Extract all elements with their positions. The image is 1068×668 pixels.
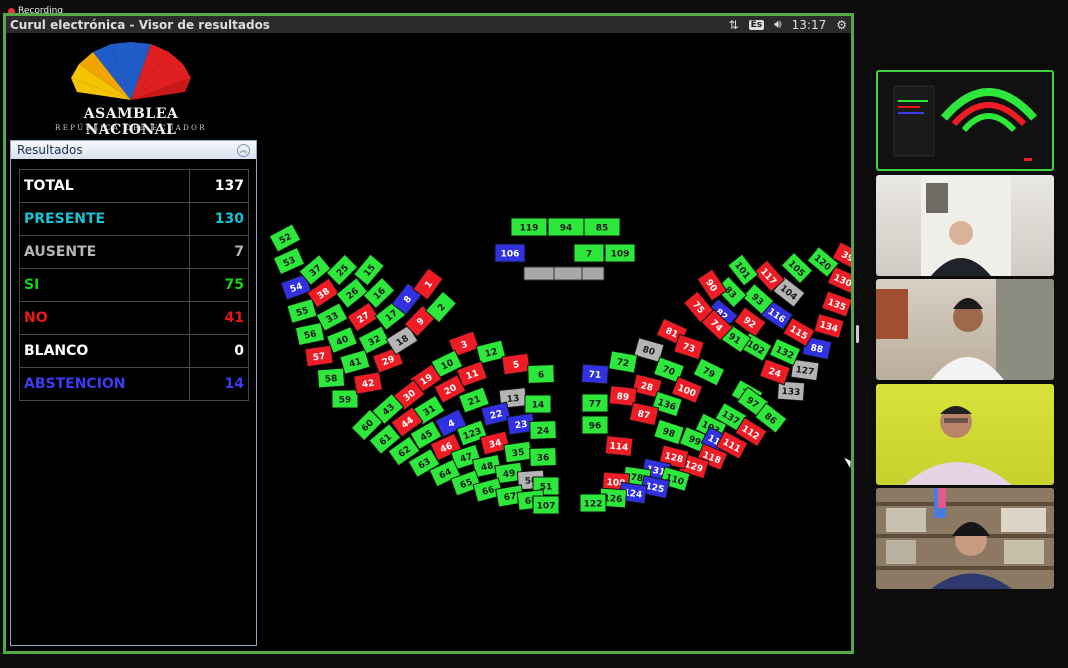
seat-number: 6 (538, 370, 545, 380)
seat-number: 23 (514, 420, 528, 432)
window-title: Curul electrónica - Visor de resultados (10, 17, 270, 32)
shared-screen-thumbnail[interactable] (876, 70, 1054, 171)
seat-14[interactable]: 14 (524, 394, 552, 414)
seat-77[interactable]: 77 (581, 393, 609, 413)
seat-12[interactable]: 12 (475, 339, 507, 365)
seat-number: 109 (611, 250, 630, 260)
seat-122[interactable]: 122 (579, 493, 607, 513)
app-window: Curul electrónica - Visor de resultados … (3, 13, 854, 654)
seat-106[interactable]: 106 (494, 243, 526, 263)
seat-number: 89 (616, 392, 630, 403)
seat-number: 107 (537, 502, 556, 512)
seat-number: 35 (511, 448, 525, 460)
seat-96[interactable]: 96 (581, 415, 609, 435)
network-arrows-icon[interactable]: ⇅ (729, 18, 739, 32)
title-bar: Curul electrónica - Visor de resultados … (6, 16, 851, 33)
settings-gear-icon[interactable]: ⚙ (836, 18, 847, 32)
seat-number: 122 (584, 500, 603, 510)
participant-video-2[interactable] (876, 279, 1054, 380)
seat-number: 71 (588, 370, 601, 381)
presidium-seat (523, 266, 555, 281)
seat-41[interactable]: 41 (339, 349, 371, 375)
presidium-seat (581, 266, 605, 281)
clock: 13:17 (791, 17, 827, 32)
seat-58[interactable]: 58 (316, 367, 346, 389)
seat-number: 13 (506, 394, 520, 405)
seat-134[interactable]: 134 (813, 313, 845, 339)
participant-video-4[interactable] (876, 488, 1054, 589)
seat-72[interactable]: 72 (608, 350, 638, 374)
seat-55[interactable]: 55 (286, 298, 318, 324)
seat-85[interactable]: 85 (583, 217, 621, 237)
seat-35[interactable]: 35 (503, 440, 533, 464)
seat-number: 106 (501, 250, 520, 260)
seat-32[interactable]: 32 (357, 325, 391, 355)
volume-icon[interactable]: 🔊︎ (774, 17, 782, 32)
language-indicator[interactable]: Es (748, 19, 765, 30)
seat-number: 96 (589, 422, 602, 432)
seat-number: 114 (609, 442, 629, 454)
seat-number: 77 (589, 400, 602, 410)
seat-24[interactable]: 24 (529, 420, 557, 440)
seat-57[interactable]: 57 (304, 344, 334, 368)
seat-56[interactable]: 56 (294, 321, 326, 347)
seat-40[interactable]: 40 (325, 326, 359, 354)
seat-36[interactable]: 36 (529, 447, 557, 467)
seat-number: 119 (520, 224, 539, 234)
seat-98[interactable]: 98 (653, 418, 685, 446)
seat-109[interactable]: 109 (604, 243, 636, 263)
seat-107[interactable]: 107 (532, 495, 560, 515)
seat-number: 49 (502, 469, 516, 481)
seat-number: 94 (560, 224, 573, 234)
seat-number: 14 (532, 401, 545, 411)
seat-number: 78 (630, 473, 644, 485)
seat-number: 133 (781, 387, 800, 398)
seat-number: 85 (596, 224, 609, 234)
seat-number: 7 (586, 250, 592, 260)
seat-71[interactable]: 71 (580, 363, 610, 385)
seat-119[interactable]: 119 (510, 217, 548, 237)
seat-24[interactable]: 24 (759, 358, 791, 386)
seat-number: 57 (312, 352, 326, 364)
system-tray: ⇅ Es 🔊︎ 13:17 ⚙ (729, 17, 848, 32)
seat-number: 58 (325, 374, 338, 385)
seat-number: 36 (537, 453, 550, 463)
participant-video-1[interactable] (876, 175, 1054, 276)
seat-127[interactable]: 127 (790, 358, 820, 382)
seat-59[interactable]: 59 (331, 389, 359, 409)
seat-5[interactable]: 5 (501, 352, 531, 376)
seat-number: 24 (537, 426, 550, 436)
seat-7[interactable]: 7 (573, 243, 605, 263)
seat-6[interactable]: 6 (527, 364, 555, 384)
seat-73[interactable]: 73 (673, 333, 705, 361)
seat-114[interactable]: 114 (604, 435, 634, 457)
presidium-seat (553, 266, 585, 281)
seat-42[interactable]: 42 (353, 371, 383, 395)
panel-resize-handle[interactable] (856, 325, 859, 343)
seating-chart: 119 94 85106 7 10952535455565758593738334041… (268, 217, 851, 515)
seat-135[interactable]: 135 (821, 290, 851, 318)
seat-number: 59 (339, 396, 352, 406)
seat-94[interactable]: 94 (547, 217, 585, 237)
participant-video-3[interactable] (876, 384, 1054, 485)
seat-79[interactable]: 79 (692, 357, 726, 387)
